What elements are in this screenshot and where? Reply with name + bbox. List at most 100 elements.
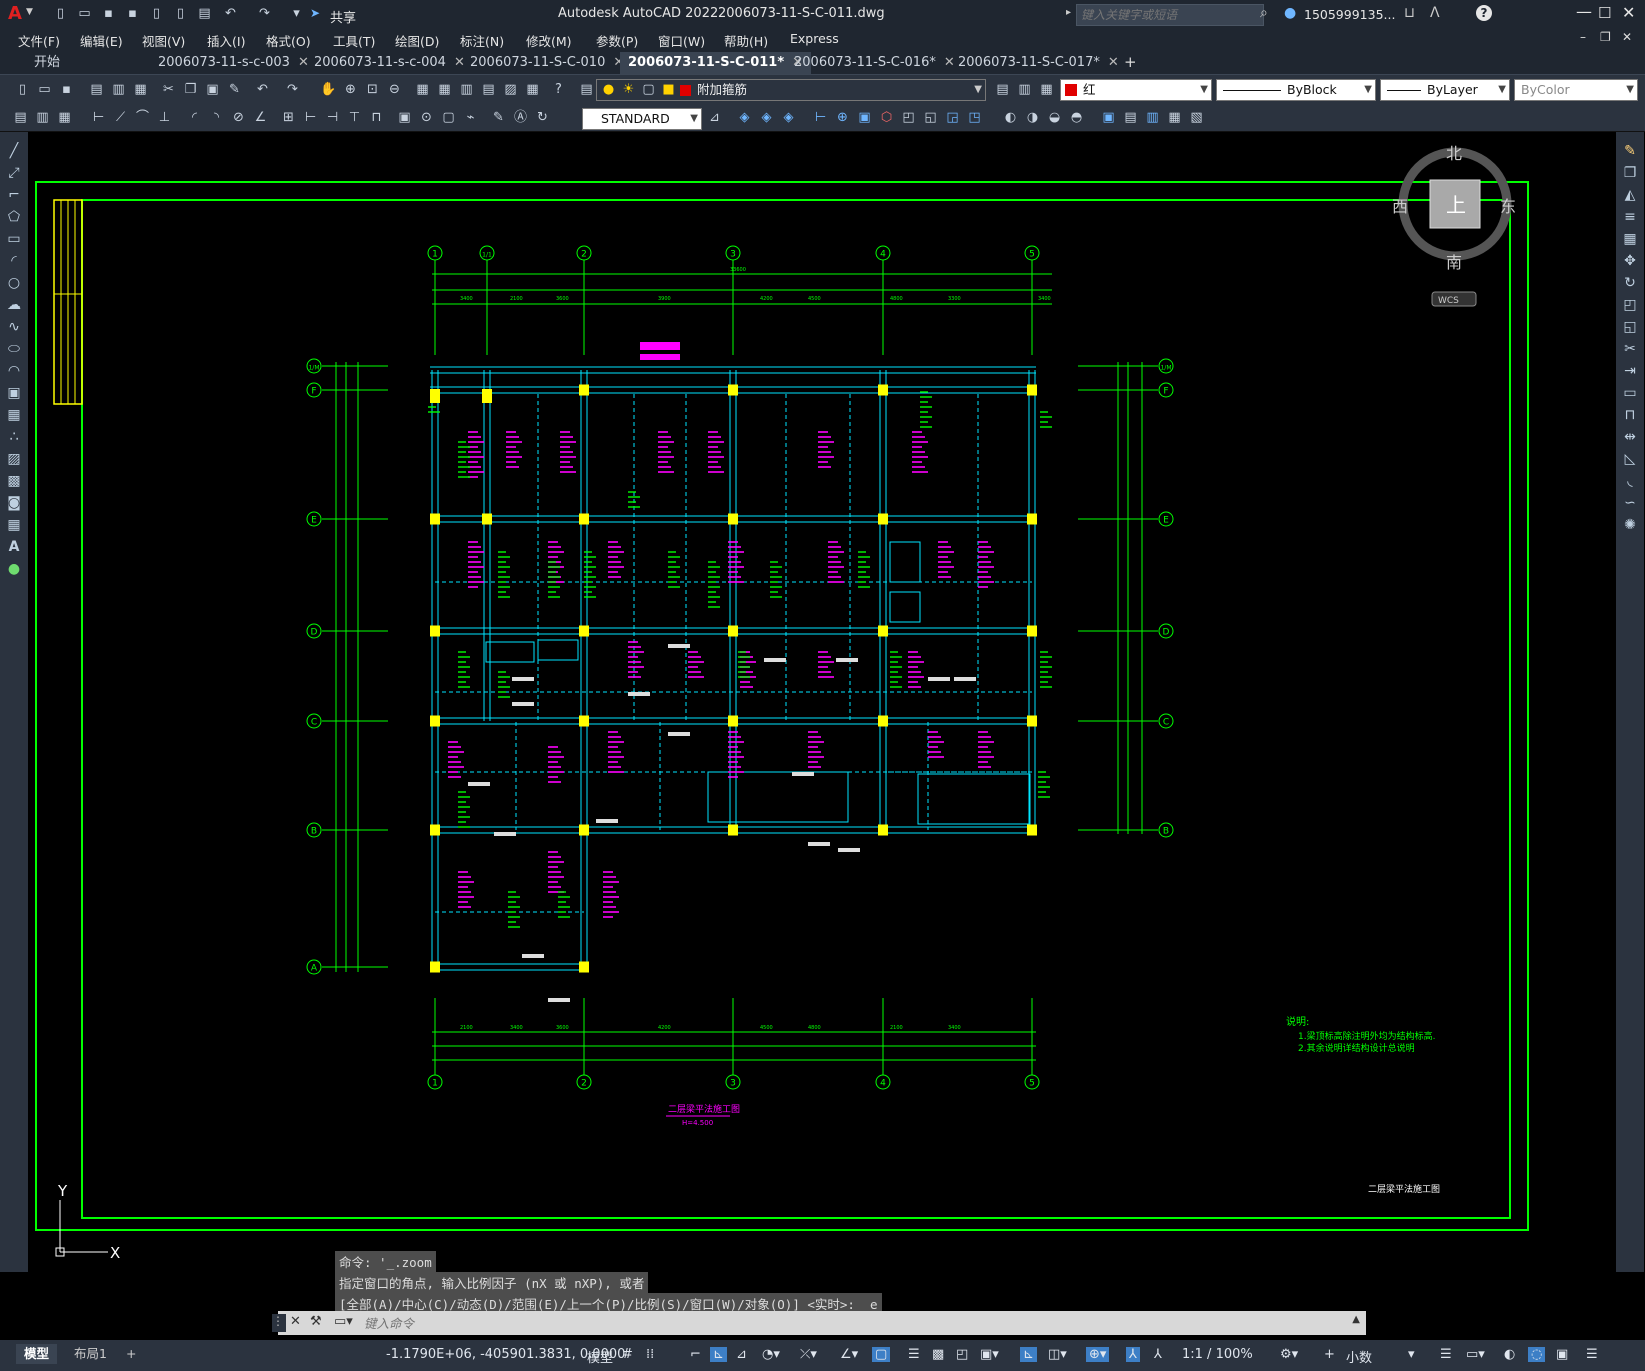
menu-express[interactable]: Express <box>790 31 839 46</box>
object-snap-tracking-icon[interactable]: ∠▾ <box>840 1347 858 1362</box>
plot-icon[interactable]: ▤ <box>196 5 213 22</box>
customize-statusbar-icon[interactable]: ☰ <box>1586 1347 1598 1362</box>
user-icon[interactable]: ● <box>1284 5 1296 21</box>
tab-file[interactable]: 2006073-11-S-C-016* ✕ <box>786 52 963 74</box>
dimstyle-icon[interactable]: ⊿ <box>706 109 723 126</box>
table-icon[interactable]: ▦ <box>5 516 23 534</box>
dim-ordinate-icon[interactable]: ⊥ <box>156 109 173 126</box>
ucs-world-icon[interactable]: ⊕ <box>834 109 851 126</box>
gradient-icon[interactable]: ▩ <box>5 472 23 490</box>
erase-icon[interactable]: ✎ <box>1621 142 1639 160</box>
close-icon[interactable]: ✕ <box>1622 3 1635 22</box>
dim-baseline-icon[interactable]: ⊢ <box>302 109 319 126</box>
extend-icon[interactable]: ⇥ <box>1621 362 1639 380</box>
viewport-3-icon[interactable]: ▥ <box>1144 109 1161 126</box>
insert-block-icon[interactable]: ▣ <box>5 384 23 402</box>
rectangle-icon[interactable]: ▭ <box>5 230 23 248</box>
menu-insert[interactable]: 插入(I) <box>207 31 245 50</box>
dim-continue-icon[interactable]: ⊣ <box>324 109 341 126</box>
model-space-button[interactable]: 模型 <box>587 1347 613 1366</box>
command-history-toggle-icon[interactable]: ▲ <box>1352 1314 1360 1325</box>
dim-angular-icon[interactable]: ∠ <box>252 109 269 126</box>
region-icon[interactable]: ◙ <box>5 494 23 512</box>
menu-window[interactable]: 窗口(W) <box>658 31 705 50</box>
tab-file[interactable]: 2006073-11-S-C-017* ✕ <box>950 52 1127 74</box>
line-icon[interactable]: ╱ <box>5 142 23 160</box>
dim-linear-icon[interactable]: ⊢ <box>90 109 107 126</box>
command-grip-icon[interactable]: ⋮ <box>272 1314 286 1332</box>
polar-tracking-icon[interactable]: ◔▾ <box>762 1347 780 1362</box>
trim-icon[interactable]: ✂ <box>1621 340 1639 358</box>
paste-icon[interactable]: ▣ <box>204 81 221 98</box>
command-input[interactable] <box>362 1313 1356 1333</box>
share-icon[interactable]: ➤ <box>310 6 320 20</box>
isolate-objects-icon[interactable]: ◐ <box>1504 1347 1515 1362</box>
graphics-performance-icon[interactable]: ◌ <box>1528 1347 1546 1362</box>
offset-icon[interactable]: ≡ <box>1621 208 1639 226</box>
add-layout-icon[interactable]: + <box>118 1344 144 1364</box>
help-icon[interactable]: ? <box>1476 5 1492 21</box>
lineweight-dropdown[interactable]: ByLayer ▼ <box>1380 79 1510 101</box>
sheet-set-icon[interactable]: ▤ <box>480 81 497 98</box>
units-chevron-icon[interactable]: ▾ <box>1408 1347 1415 1362</box>
match-prop-icon[interactable]: ✎ <box>226 81 243 98</box>
tab-file[interactable]: 2006073-11-S-C-010 ✕ <box>462 52 632 74</box>
add-selected-icon[interactable]: ● <box>5 560 23 578</box>
menu-tools[interactable]: 工具(T) <box>333 31 375 50</box>
block-editor-icon[interactable]: ▤ <box>12 109 29 126</box>
color-dropdown[interactable]: 红 ▼ <box>1060 79 1212 101</box>
tab-file[interactable]: 2006073-11-s-c-003 ✕ <box>150 52 317 74</box>
menu-format[interactable]: 格式(O) <box>266 31 311 50</box>
break-icon[interactable]: ⊓ <box>1621 406 1639 424</box>
dim-space-icon[interactable]: ⊤ <box>346 109 363 126</box>
cart-icon[interactable]: ⊔ <box>1404 5 1415 21</box>
zoom-window-icon[interactable]: ⊡ <box>364 81 381 98</box>
layer-props-icon[interactable]: ▤ <box>578 81 595 98</box>
tab-file[interactable]: 2006073-11-s-c-004 ✕ <box>306 52 473 74</box>
open-file-icon[interactable]: ▭ <box>76 5 93 22</box>
viewcube-north[interactable]: 北 <box>1446 144 1462 163</box>
object-snap-icon[interactable]: ▢ <box>872 1347 891 1362</box>
dim-diameter-icon[interactable]: ⊘ <box>230 109 247 126</box>
join-icon[interactable]: ⇹ <box>1621 428 1639 446</box>
calculator-icon[interactable]: ▦ <box>524 81 541 98</box>
doc-restore-icon[interactable]: ❐ <box>1600 30 1611 44</box>
polyline-icon[interactable]: ⌐ <box>5 186 23 204</box>
copy-object-icon[interactable]: ❐ <box>1621 164 1639 182</box>
undo-icon[interactable]: ↶ <box>222 5 239 22</box>
block-make-icon[interactable]: ▦ <box>56 109 73 126</box>
new-file-icon[interactable]: ▯ <box>52 5 69 22</box>
selection-filter-icon[interactable]: ◫▾ <box>1048 1347 1067 1362</box>
publish-icon[interactable]: ▦ <box>132 81 149 98</box>
mirror-icon[interactable]: ◭ <box>1621 186 1639 204</box>
move-icon[interactable]: ✥ <box>1621 252 1639 270</box>
inspection-icon[interactable]: ▢ <box>440 109 457 126</box>
markup-icon[interactable]: ▨ <box>502 81 519 98</box>
menu-edit[interactable]: 编辑(E) <box>80 31 123 50</box>
circle-icon[interactable]: ○ <box>5 274 23 292</box>
help-icon[interactable]: ? <box>550 81 567 98</box>
array-icon[interactable]: ▦ <box>1621 230 1639 248</box>
spline-icon[interactable]: ∿ <box>5 318 23 336</box>
clean-screen-icon[interactable]: ▣ <box>1556 1347 1568 1362</box>
structural-plan[interactable]: 1 1/1 2 3 4 5 3400 2100 3600 3900 4200 4500 4800 3300… <box>28 132 1616 1272</box>
arc-icon[interactable]: ◜ <box>5 252 23 270</box>
dim-jogged-icon[interactable]: ◝ <box>208 109 225 126</box>
visual-style-2-icon[interactable]: ◑ <box>1024 109 1041 126</box>
open-icon[interactable]: ▭ <box>36 81 53 98</box>
ucs-object-icon[interactable]: ⬡ <box>878 109 895 126</box>
rotate-icon[interactable]: ↻ <box>1621 274 1639 292</box>
ucs-icon[interactable]: ⊢ <box>812 109 829 126</box>
tolerance-icon[interactable]: ▣ <box>396 109 413 126</box>
save-as-icon[interactable]: ▪ <box>124 5 141 22</box>
center-mark-icon[interactable]: ⊙ <box>418 109 435 126</box>
snap-mode-icon[interactable]: ⁞⁞ <box>646 1347 654 1362</box>
recent-commands-icon[interactable]: ▭▾ <box>334 1314 353 1329</box>
command-customize-icon[interactable]: ⚒ <box>310 1314 322 1329</box>
polygon-icon[interactable]: ⬠ <box>5 208 23 226</box>
drawing-canvas[interactable]: 1 1/1 2 3 4 5 3400 2100 3600 3900 4200 4500 4800 3300… <box>28 132 1616 1272</box>
fillet-icon[interactable]: ◟ <box>1621 472 1639 490</box>
annotation-scale[interactable]: 1:1 / 100% <box>1182 1347 1253 1362</box>
layer-previous-icon[interactable]: ▥ <box>1016 81 1033 98</box>
visual-style-3-icon[interactable]: ◒ <box>1046 109 1063 126</box>
